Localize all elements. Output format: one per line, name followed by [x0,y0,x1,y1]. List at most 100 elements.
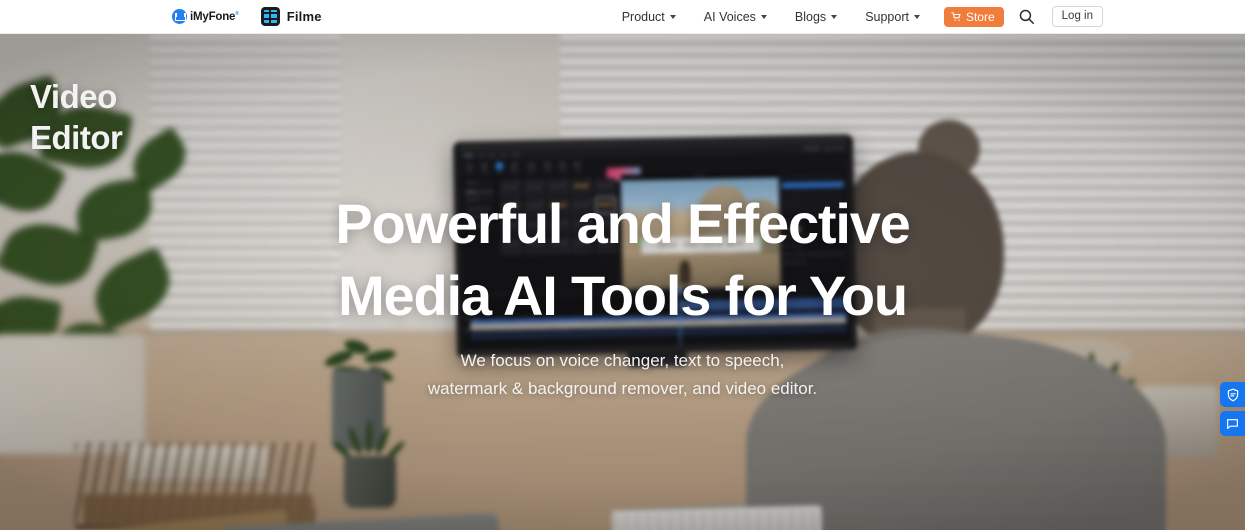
hero-side-label-line1: Video [30,78,117,115]
timeline-video-label: Video [472,319,479,323]
imyfone-logo-icon [172,9,187,24]
template-thumbnail[interactable] [523,179,546,197]
editor-menu-file[interactable]: File [479,153,484,157]
template-thumbnail[interactable] [500,217,523,236]
editor-tool-sticker[interactable]: Sticker [510,161,519,174]
editor-category-sidebar: Favorites All Text Plain Title Basic Gra… [460,177,499,293]
editor-tool-media[interactable]: Media [465,162,474,175]
editor-tool-filters[interactable]: Filters [543,160,552,174]
template-thumbnail[interactable] [546,178,569,197]
editor-template-grid [497,175,621,292]
search-button[interactable] [1018,8,1036,26]
property-opacity[interactable]: Opacity [783,250,846,257]
message-icon [1227,419,1238,429]
template-thumbnail[interactable] [547,217,570,235]
canvas-title-text: Enter Your Title Here [658,240,744,249]
store-button[interactable]: Store [943,6,1004,27]
canvas-person [679,259,691,285]
editor-app-logo: Filme [464,152,474,158]
floating-side-widgets [1220,382,1245,436]
feedback-widget[interactable] [1220,411,1245,436]
template-thumbnail[interactable] [570,197,593,215]
editor-menu-edit[interactable]: Edit [489,153,495,157]
editor-category-favorites[interactable]: Favorites [463,180,494,187]
property-size[interactable]: Size [782,217,844,224]
template-thumbnail[interactable] [594,177,617,196]
template-thumbnail[interactable] [524,217,546,235]
editor-category-lower-thirds[interactable]: Lower Thirds [464,223,495,230]
editor-tool-text[interactable]: Text [495,161,504,175]
editor-tool-split[interactable]: Split [573,160,582,173]
template-thumbnail[interactable] [547,197,570,216]
canvas-title-textbox[interactable]: Enter Your Title Here [640,234,762,255]
search-icon [1019,9,1035,24]
editor-timeline[interactable]: Enter Your Title Video [462,285,850,349]
template-thumbnail-selected[interactable] [594,196,617,215]
hero-background-photo: Filme File Edit Tools Help Media Audio T… [0,34,1245,530]
editor-category-plain-title[interactable]: Plain Title [464,197,495,204]
nav-item-support[interactable]: Support [851,0,934,34]
nav-item-product[interactable]: Product [608,0,690,34]
nav-item-ai-voices-label: AI Voices [703,9,756,24]
login-button[interactable]: Log in [1051,5,1103,28]
editor-menu-tools[interactable]: Tools [500,152,508,156]
chat-shield-icon [1227,388,1238,401]
imyfone-brand-name: iMyFone [190,10,236,23]
editor-tool-effects[interactable]: Effects [558,160,567,173]
properties-active-tab[interactable] [781,180,844,189]
chevron-down-icon [669,15,676,19]
property-align[interactable]: Align [783,242,845,249]
editor-tool-transition[interactable]: Transition [525,161,537,174]
filme-brand-logo[interactable]: Filme [260,7,322,26]
template-thumbnail[interactable] [594,216,617,234]
properties-preview-box [781,189,845,216]
template-thumbnail[interactable] [500,237,523,255]
template-thumbnail[interactable] [524,236,547,255]
editor-canvas[interactable]: Enter Your Title Here [620,177,781,290]
hoodie-body [746,334,1166,530]
template-thumbnail[interactable] [499,179,522,197]
keyboard [611,505,823,530]
plant-pot-left [0,334,145,454]
template-thumbnail[interactable] [571,216,594,234]
hero-section: Filme File Edit Tools Help Media Audio T… [0,34,1245,530]
hero-side-label-line2: Editor [30,119,123,157]
template-thumbnail[interactable] [595,235,618,253]
property-font-family[interactable]: Font Family [783,234,845,241]
editor-export-button[interactable] [803,145,821,152]
editor-category-all-text[interactable]: All Text [463,188,494,196]
chevron-down-icon [913,15,920,19]
editor-properties-panel: Size Color Font Family Align Opacity Pos… [778,170,849,287]
chat-support-widget[interactable] [1220,382,1245,407]
chevron-down-icon [760,15,767,19]
property-color[interactable]: Color [783,225,845,232]
plant-pot-mid-lower [344,456,396,508]
navbar-menu: Product AI Voices Blogs Support Store Lo… [608,0,1103,34]
property-position[interactable]: Position [783,259,845,266]
window-controls[interactable] [825,145,844,151]
nav-item-support-label: Support [865,9,909,24]
filme-brand-name: Filme [286,9,322,24]
nav-item-blogs-label: Blogs [794,9,827,24]
timeline-clip-label: Enter Your Title [681,302,699,307]
template-thumbnail[interactable] [571,235,594,254]
editor-tool-audio[interactable]: Audio [480,161,489,175]
canvas-ground [622,253,781,290]
computer-monitor: Filme File Edit Tools Help Media Audio T… [452,134,858,368]
filme-filmstrip-icon [260,7,280,26]
monitor-body: Filme File Edit Tools Help Media Audio T… [452,134,858,357]
template-thumbnail[interactable] [523,198,546,216]
timeline-title-clip[interactable]: Enter Your Title [679,297,847,312]
imyfone-trademark: ® [235,10,239,17]
template-thumbnail[interactable] [500,198,522,217]
template-thumbnail[interactable] [548,236,570,254]
nav-item-blogs[interactable]: Blogs [781,0,851,34]
template-thumbnail[interactable] [570,178,593,196]
editor-category-cool-subtitle[interactable]: Cool Subtitle [464,214,495,222]
editor-menu-help[interactable]: Help [512,152,519,156]
nav-item-product-label: Product [621,9,665,24]
navbar-brands: iMyFone® Filme [172,7,322,26]
editor-category-basic-graphic-title[interactable]: Basic Graphic Title [464,205,495,213]
imyfone-brand-logo[interactable]: iMyFone® [172,9,239,24]
nav-item-ai-voices[interactable]: AI Voices [690,0,781,34]
